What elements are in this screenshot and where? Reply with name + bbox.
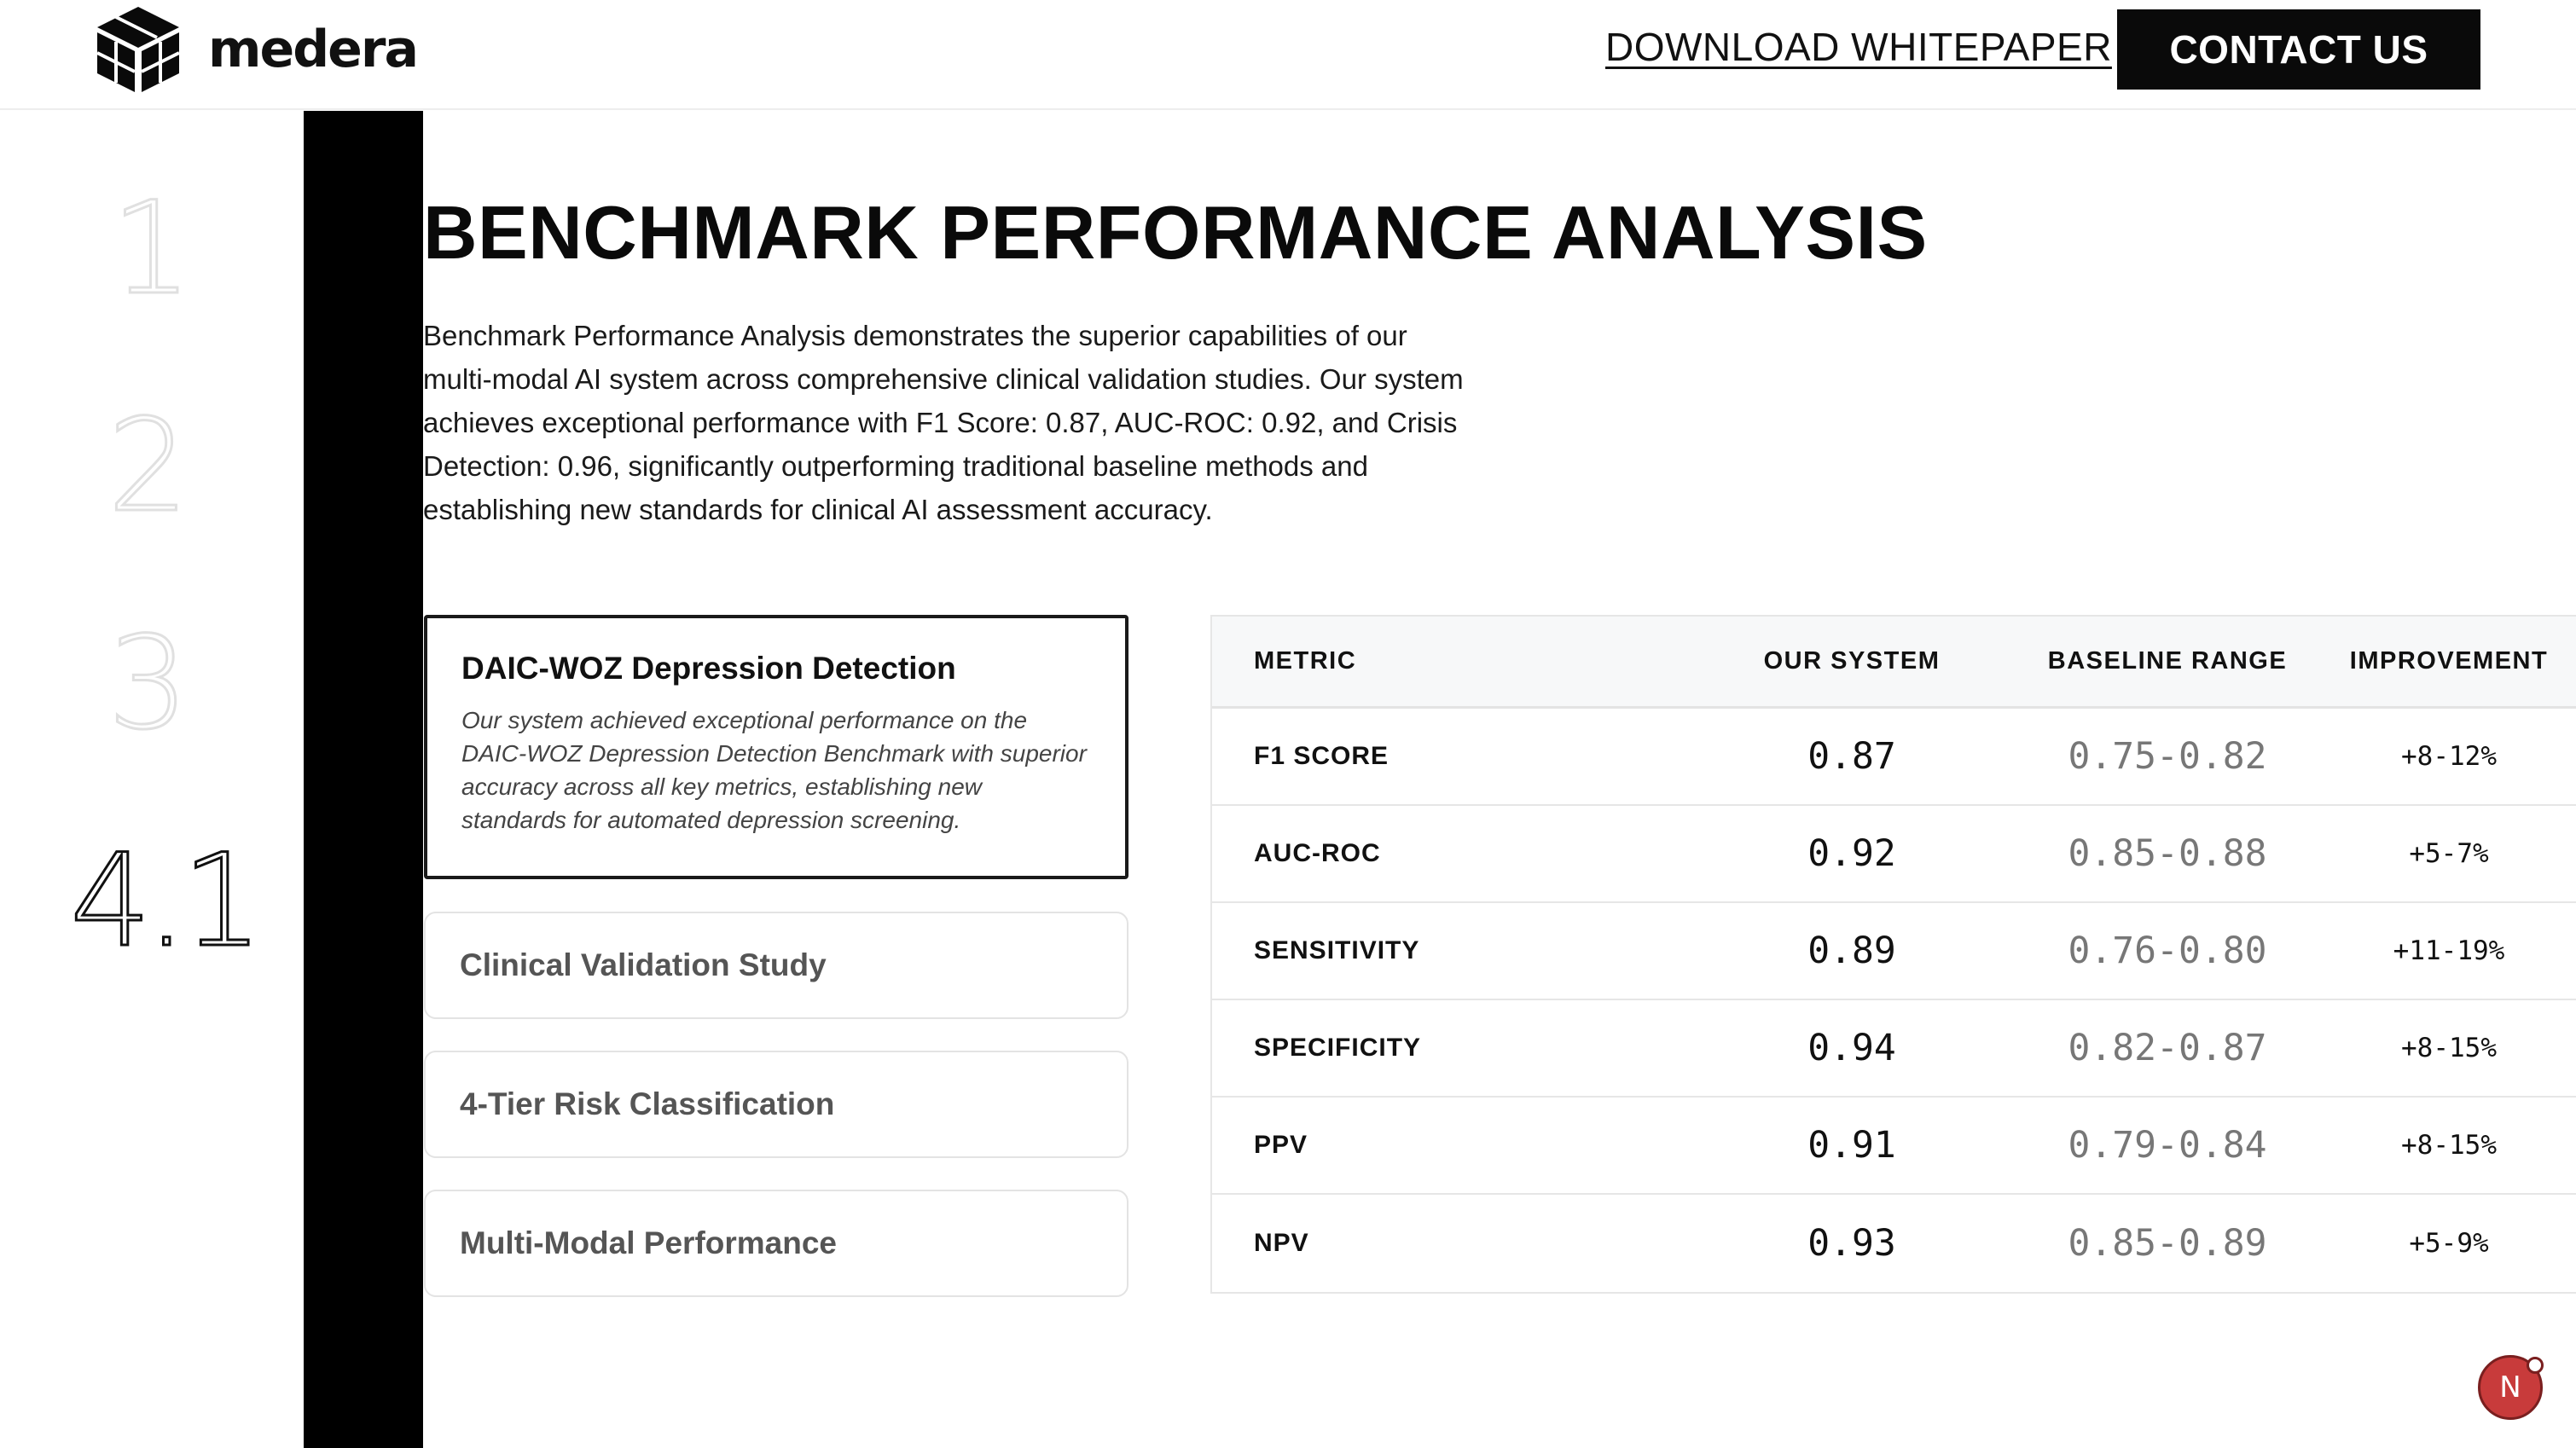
step-2[interactable]: 2 xyxy=(106,391,189,542)
section-divider-bar xyxy=(304,111,423,1448)
download-whitepaper-link[interactable]: DOWNLOAD WHITEPAPER xyxy=(1605,24,2112,70)
intro-paragraph: Benchmark Performance Analysis demonstra… xyxy=(423,320,1464,525)
metrics-table: METRIC OUR SYSTEM BASELINE RANGE IMPROVE… xyxy=(1210,615,2576,1294)
improvement-value: +8-15% xyxy=(2401,1130,2497,1161)
step-active[interactable]: 4.1 xyxy=(69,826,265,977)
improvement-value: +5-9% xyxy=(2409,1228,2489,1259)
brand-logo[interactable]: medera xyxy=(94,7,419,92)
card-risk-classification[interactable]: 4-Tier Risk Classification xyxy=(424,1051,1128,1158)
card-clinical-validation[interactable]: Clinical Validation Study xyxy=(424,912,1128,1019)
card-title: Multi-Modal Performance xyxy=(460,1225,837,1260)
metric-name: AUC-ROC xyxy=(1254,839,1381,867)
improvement-value: +8-12% xyxy=(2401,741,2497,772)
our-system-value: 0.92 xyxy=(1807,832,1896,875)
header-metric: METRIC xyxy=(1254,647,1357,675)
metric-name: SPECIFICITY xyxy=(1254,1034,1422,1062)
baseline-value: 0.82-0.87 xyxy=(2068,1027,2267,1069)
table-row: F1 SCORE 0.87 0.75-0.82 +8-12% xyxy=(1212,709,2576,806)
baseline-value: 0.85-0.89 xyxy=(2068,1222,2267,1265)
table-row: PPV 0.91 0.79-0.84 +8-15% xyxy=(1212,1098,2576,1195)
table-row: NPV 0.93 0.85-0.89 +5-9% xyxy=(1212,1195,2576,1292)
improvement-value: +8-15% xyxy=(2401,1033,2497,1063)
card-daic-woz[interactable]: DAIC-WOZ Depression Detection Our system… xyxy=(424,615,1128,879)
baseline-value: 0.75-0.82 xyxy=(2068,735,2267,778)
our-system-value: 0.93 xyxy=(1807,1222,1896,1265)
our-system-value: 0.87 xyxy=(1807,735,1896,778)
step-1[interactable]: 1 xyxy=(109,174,193,325)
improvement-value: +5-7% xyxy=(2409,838,2489,869)
step-3[interactable]: 3 xyxy=(106,609,189,760)
baseline-value: 0.85-0.88 xyxy=(2068,832,2267,875)
our-system-value: 0.94 xyxy=(1807,1027,1896,1069)
table-header: METRIC OUR SYSTEM BASELINE RANGE IMPROVE… xyxy=(1212,617,2576,709)
table-row: SENSITIVITY 0.89 0.76-0.80 +11-19% xyxy=(1212,903,2576,1000)
header-our-system: OUR SYSTEM xyxy=(1763,647,1941,675)
page-title: BENCHMARK PERFORMANCE ANALYSIS xyxy=(423,190,1928,275)
card-title: 4-Tier Risk Classification xyxy=(460,1086,835,1121)
header-baseline-range: BASELINE RANGE xyxy=(2047,647,2288,675)
card-multi-modal[interactable]: Multi-Modal Performance xyxy=(424,1190,1128,1297)
our-system-value: 0.89 xyxy=(1807,930,1896,972)
baseline-value: 0.76-0.80 xyxy=(2068,930,2267,972)
top-header: medera DOWNLOAD WHITEPAPER CONTACT US xyxy=(0,0,2576,110)
table-row: SPECIFICITY 0.94 0.82-0.87 +8-15% xyxy=(1212,1000,2576,1098)
header-improvement: IMPROVEMENT xyxy=(2349,647,2549,675)
card-description: Our system achieved exceptional performa… xyxy=(461,707,1087,833)
metric-name: SENSITIVITY xyxy=(1254,936,1420,964)
notification-dot-icon xyxy=(2527,1357,2544,1374)
contact-us-button[interactable]: CONTACT US xyxy=(2117,9,2480,90)
baseline-value: 0.79-0.84 xyxy=(2068,1124,2267,1167)
metric-name: F1 SCORE xyxy=(1254,742,1390,770)
card-title: DAIC-WOZ Depression Detection xyxy=(461,651,956,686)
table-row: AUC-ROC 0.92 0.85-0.88 +5-7% xyxy=(1212,806,2576,903)
logo-text: medera xyxy=(208,20,419,79)
metric-name: PPV xyxy=(1254,1131,1308,1159)
improvement-value: +11-19% xyxy=(2393,935,2505,966)
cube-logo-icon xyxy=(96,7,180,92)
card-title: Clinical Validation Study xyxy=(460,947,827,982)
our-system-value: 0.91 xyxy=(1807,1124,1896,1167)
metric-name: NPV xyxy=(1254,1229,1309,1257)
